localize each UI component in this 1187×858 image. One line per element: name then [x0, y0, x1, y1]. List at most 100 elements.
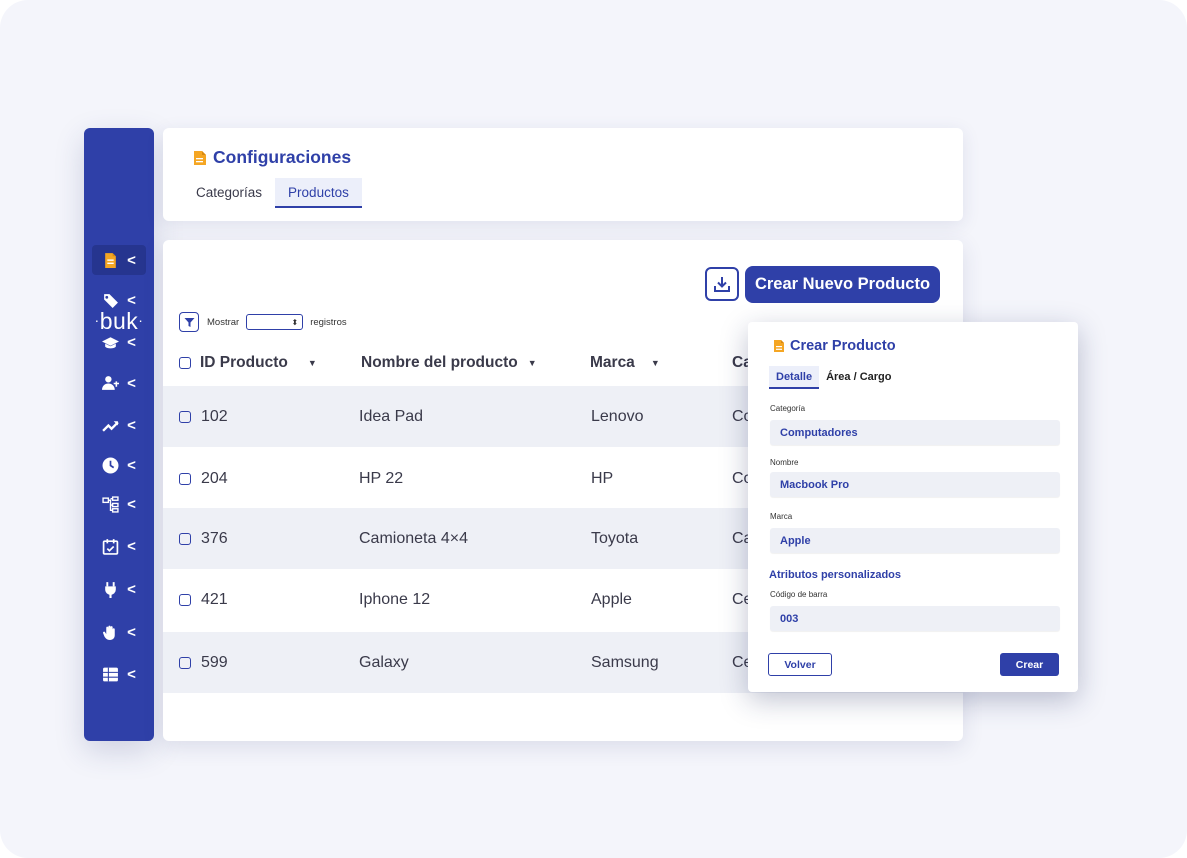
dialog-tab-bar: Detalle Área / Cargo	[769, 366, 899, 389]
cell-name: Camioneta 4×4	[359, 529, 468, 547]
row-checkbox[interactable]	[179, 410, 191, 423]
select-arrows-icon: ⬍	[291, 317, 299, 327]
clock-icon	[102, 457, 119, 473]
cell-id: 102	[201, 407, 228, 425]
page-size-control: Mostrar ⬍ registros	[179, 312, 347, 332]
tab-area-cargo[interactable]: Área / Cargo	[819, 366, 898, 389]
sidebar-item-attendance[interactable]: <	[92, 450, 146, 480]
graduation-cap-icon	[102, 336, 120, 348]
org-tree-icon	[102, 495, 119, 513]
column-header-id[interactable]: ID Producto ▼	[179, 354, 317, 372]
sort-caret-icon: ▼	[527, 358, 537, 368]
cell-id: 204	[201, 469, 228, 487]
column-header-label: Nombre del producto	[361, 354, 518, 371]
chevron-left-icon: <	[127, 495, 136, 513]
column-header-label: ID Producto	[200, 354, 288, 371]
sidebar-item-configuraciones[interactable]: <	[92, 245, 146, 275]
select-all-checkbox[interactable]	[179, 357, 191, 369]
create-product-button[interactable]: Crear Nuevo Producto	[745, 266, 940, 303]
chevron-left-icon: <	[127, 665, 136, 683]
user-transfer-icon	[102, 375, 120, 390]
back-button[interactable]: Volver	[768, 653, 832, 676]
page-title-text: Configuraciones	[213, 147, 352, 167]
cell-id: 599	[201, 653, 228, 671]
tab-bar: Categorías Productos	[183, 178, 362, 208]
sort-caret-icon: ▼	[307, 358, 317, 368]
column-header-label: Marca	[590, 354, 635, 371]
brand-field[interactable]: Apple	[770, 528, 1060, 553]
row-checkbox-cell	[179, 632, 191, 693]
filter-icon	[184, 317, 194, 327]
sidebar-item-organization[interactable]: <	[92, 489, 146, 519]
tag-icon	[103, 293, 119, 308]
sidebar-item-tags[interactable]: <	[92, 285, 146, 315]
cell-name: HP 22	[359, 469, 404, 487]
row-checkbox-cell	[179, 569, 191, 630]
sidebar-item-calendar[interactable]: <	[92, 531, 146, 561]
row-checkbox[interactable]	[179, 532, 191, 545]
chevron-left-icon: <	[127, 456, 136, 474]
cell-id: 421	[201, 590, 228, 608]
chevron-left-icon: <	[127, 623, 136, 641]
cell-brand: Toyota	[591, 529, 639, 547]
dialog-title: Crear Producto	[773, 338, 896, 354]
create-product-dialog: Crear Producto Detalle Área / Cargo Cate…	[748, 322, 1078, 692]
document-icon	[105, 252, 116, 268]
sidebar-item-modules[interactable]: <	[92, 659, 146, 689]
chevron-left-icon: <	[127, 291, 136, 309]
download-button[interactable]	[705, 267, 739, 301]
tab-categorias[interactable]: Categorías	[183, 178, 275, 208]
chevron-left-icon: <	[127, 580, 136, 598]
row-checkbox[interactable]	[179, 656, 191, 669]
show-prefix-label: Mostrar	[207, 316, 240, 328]
row-checkbox[interactable]	[179, 593, 191, 606]
column-header-name[interactable]: Nombre del producto ▼	[361, 354, 537, 372]
page-background: ·buk· < < < < < < < < < < < Configuracio…	[0, 0, 1187, 858]
document-icon	[774, 340, 784, 352]
chevron-left-icon: <	[127, 537, 136, 555]
chevron-left-icon: <	[127, 333, 136, 351]
page-title: Configuraciones	[193, 147, 351, 168]
barcode-field[interactable]: 003	[770, 606, 1060, 631]
sidebar-item-benefits[interactable]: <	[92, 617, 146, 647]
cell-brand: Apple	[591, 590, 632, 608]
chevron-left-icon: <	[127, 374, 136, 392]
cell-name: Galaxy	[359, 653, 409, 671]
row-checkbox-cell	[179, 386, 191, 447]
cell-brand: HP	[591, 469, 614, 487]
row-checkbox[interactable]	[179, 472, 191, 485]
filter-button[interactable]	[179, 312, 199, 332]
barcode-label: Código de barra	[770, 590, 828, 599]
create-button[interactable]: Crear	[1000, 653, 1059, 676]
trend-chart-icon	[102, 420, 119, 432]
show-suffix-label: registros	[310, 316, 347, 328]
dialog-title-text: Crear Producto	[790, 338, 896, 354]
page-size-select[interactable]: ⬍	[246, 314, 304, 330]
cell-brand: Lenovo	[591, 407, 644, 425]
chevron-left-icon: <	[127, 416, 136, 434]
custom-attributes-heading: Atributos personalizados	[769, 569, 902, 581]
grid-icon	[103, 667, 119, 681]
row-checkbox-cell	[179, 448, 191, 509]
category-field[interactable]: Computadores	[770, 420, 1060, 445]
column-header-brand[interactable]: Marca ▼	[590, 354, 660, 372]
plug-icon	[105, 581, 116, 598]
cell-brand: Samsung	[591, 653, 659, 671]
sidebar-item-integrations[interactable]: <	[92, 574, 146, 604]
hand-icon	[103, 625, 115, 640]
tab-productos[interactable]: Productos	[275, 178, 362, 208]
name-label: Nombre	[770, 458, 799, 467]
row-checkbox-cell	[179, 508, 191, 569]
document-icon	[194, 150, 206, 165]
sidebar-item-training[interactable]: <	[92, 327, 146, 357]
sidebar: ·buk· < < < < < < < < < < <	[84, 128, 154, 741]
brand-label: Marca	[770, 512, 793, 521]
sort-caret-icon: ▼	[650, 358, 660, 368]
cell-id: 376	[201, 529, 228, 547]
sidebar-item-analytics[interactable]: <	[92, 410, 146, 440]
cell-name: Idea Pad	[359, 407, 424, 425]
sidebar-item-people[interactable]: <	[92, 368, 146, 398]
tab-detalle[interactable]: Detalle	[769, 366, 820, 389]
name-field[interactable]: Macbook Pro	[770, 472, 1060, 497]
header-card: Configuraciones Categorías Productos	[163, 128, 963, 221]
